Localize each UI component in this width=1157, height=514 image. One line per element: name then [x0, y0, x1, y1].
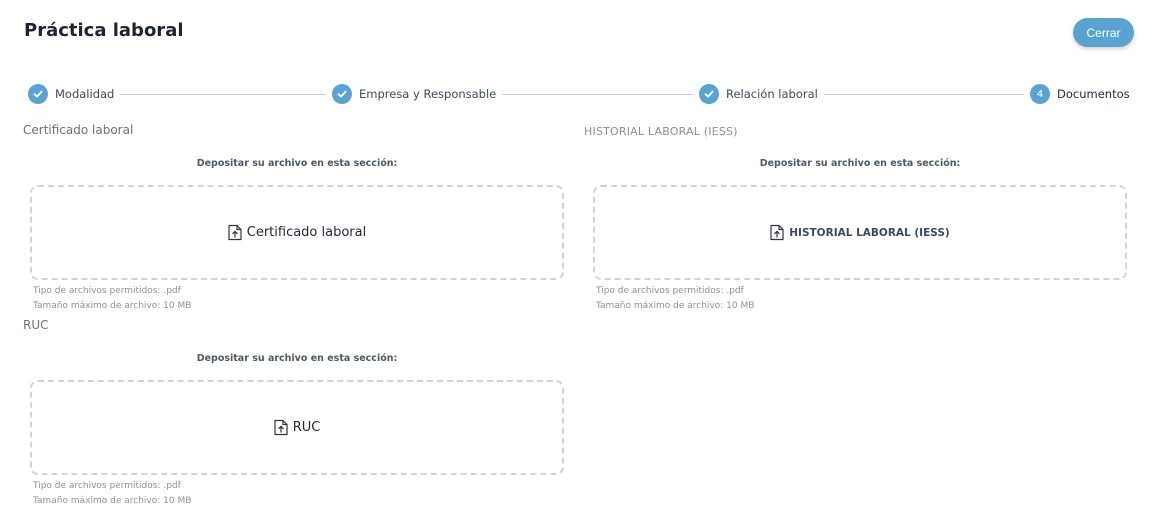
- step-connector: [490, 94, 698, 95]
- max-size: Tamaño máximo de archivo: 10 MB: [33, 301, 192, 311]
- deposit-instruction: Depositar su archivo en esta sección:: [196, 158, 398, 169]
- step-relacion-laboral[interactable]: Relación laboral: [693, 84, 824, 104]
- allowed-types: Tipo de archivos permitidos: .pdf: [33, 481, 181, 491]
- deposit-instruction: Depositar su archivo en esta sección:: [196, 353, 398, 364]
- step-connector: [820, 94, 1030, 95]
- section-label-ruc: RUC: [23, 318, 49, 332]
- max-size: Tamaño máximo de archivo: 10 MB: [596, 301, 755, 311]
- dropzone-label: Certificado laboral: [246, 225, 367, 240]
- step-connector: [118, 94, 328, 95]
- file-hints: Tipo de archivos permitidos: .pdf Tamaño…: [596, 284, 754, 314]
- dropzone-certificado[interactable]: Certificado laboral: [30, 185, 564, 280]
- dropzone-label: HISTORIAL LABORAL (IESS): [789, 226, 950, 239]
- file-hints: Tipo de archivos permitidos: .pdf Tamaño…: [33, 284, 191, 314]
- step-label: Documentos: [1057, 87, 1130, 101]
- step-label: Empresa y Responsable: [359, 87, 497, 101]
- file-upload-icon: [228, 224, 242, 241]
- step-label: Relación laboral: [726, 87, 818, 101]
- step-empresa-responsable[interactable]: Empresa y Responsable: [326, 84, 503, 104]
- section-label-historial: HISTORIAL LABORAL (IESS): [584, 125, 738, 138]
- dropzone-ruc[interactable]: RUC: [30, 380, 564, 475]
- file-upload-icon: [770, 224, 784, 241]
- allowed-types: Tipo de archivos permitidos: .pdf: [596, 286, 744, 296]
- file-hints: Tipo de archivos permitidos: .pdf Tamaño…: [33, 479, 191, 509]
- file-upload-icon: [274, 419, 288, 436]
- step-documentos[interactable]: 4 Documentos: [1024, 84, 1136, 104]
- max-size: Tamaño máximo de archivo: 10 MB: [33, 496, 192, 506]
- allowed-types: Tipo de archivos permitidos: .pdf: [33, 286, 181, 296]
- step-modalidad[interactable]: Modalidad: [28, 84, 121, 104]
- check-icon: [699, 84, 719, 104]
- dropzone-label: RUC: [292, 420, 321, 435]
- step-number: 4: [1030, 84, 1050, 104]
- close-button[interactable]: Cerrar: [1073, 18, 1134, 47]
- check-icon: [28, 84, 48, 104]
- page-title: Práctica laboral: [24, 20, 184, 41]
- stepper: Modalidad Empresa y Responsable Relación…: [28, 84, 1136, 104]
- deposit-instruction: Depositar su archivo en esta sección:: [759, 158, 961, 169]
- check-icon: [332, 84, 352, 104]
- section-label-certificado: Certificado laboral: [23, 123, 134, 137]
- step-label: Modalidad: [55, 87, 115, 101]
- dropzone-historial[interactable]: HISTORIAL LABORAL (IESS): [593, 185, 1127, 280]
